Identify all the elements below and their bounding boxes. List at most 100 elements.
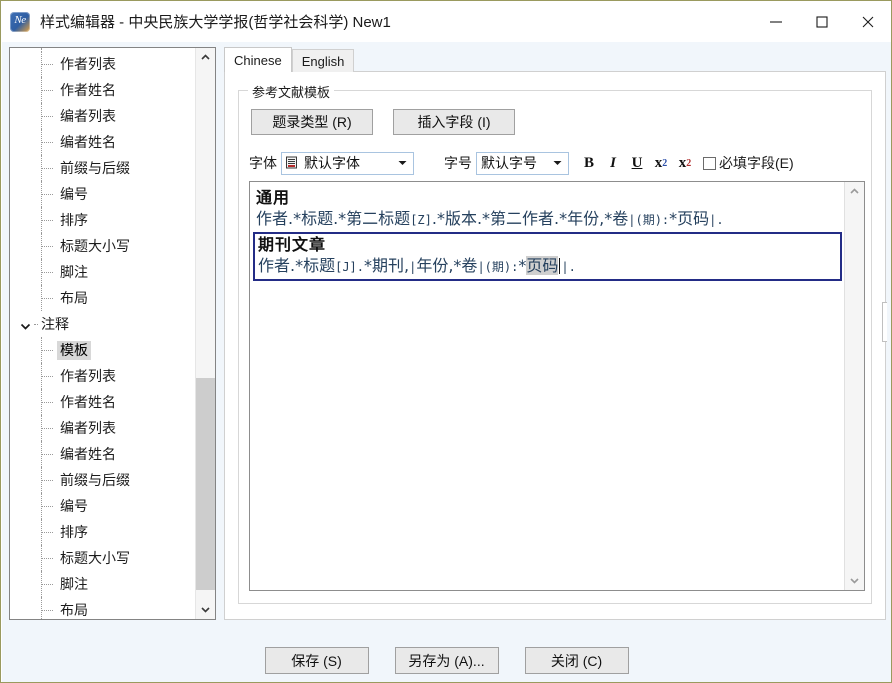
close-dialog-button[interactable]: 关闭 (C) <box>524 647 629 674</box>
chevron-down-icon[interactable] <box>20 319 31 330</box>
window-title: 样式编辑器 - 中央民族大学学报(哲学社会科学) New1 <box>40 14 391 31</box>
chevron-down-icon <box>201 607 210 613</box>
save-button[interactable]: 保存 (S) <box>264 647 369 674</box>
superscript-button[interactable]: x2 <box>673 151 697 175</box>
tree-item-7[interactable]: 标题大小写 <box>10 233 196 259</box>
tree-item-10[interactable]: 注释 <box>10 311 196 337</box>
tree-item-1[interactable]: 作者姓名 <box>10 77 196 103</box>
style-editor-window: Ne 样式编辑器 - 中央民族大学学报(哲学社会科学) New1 作者列表 作者… <box>0 0 892 683</box>
template-segment: | <box>477 260 485 274</box>
font-combo-arrow[interactable] <box>394 153 411 174</box>
template-segment: 页码 <box>526 256 559 275</box>
tree-item-label: 编者姓名 <box>60 133 116 150</box>
dialog-button-bar: 保存 (S) 另存为 (A)... 关闭 (C) <box>2 647 891 674</box>
template-segment: .*版本.*第二作者.*年份,*卷 <box>431 209 629 228</box>
template-block-heading: 期刊文章 <box>258 235 327 254</box>
bold-button[interactable]: B <box>577 151 601 175</box>
tree-item-11[interactable]: 模板 <box>10 337 196 363</box>
format-toolbar: 字体 默认字体 字号 默认字号 B I U x 2 x 2 必填字段(E) <box>249 149 865 177</box>
underline-button[interactable]: U <box>625 151 649 175</box>
tree-item-9[interactable]: 布局 <box>10 285 196 311</box>
superscript-label: x <box>678 154 687 171</box>
minimize-button[interactable] <box>753 1 799 42</box>
minimize-icon <box>770 20 782 23</box>
tree-item-3[interactable]: 编者姓名 <box>10 129 196 155</box>
tree-item-4[interactable]: 前缀与后缀 <box>10 155 196 181</box>
template-segment: . <box>356 260 365 274</box>
language-tabstrip[interactable]: Chinese English <box>224 47 886 72</box>
font-size-combo-arrow[interactable] <box>549 153 566 174</box>
record-type-label: 题录类型 (R) <box>272 114 352 130</box>
template-block-0[interactable]: 通用 作者.*标题.*第二标题[Z].*版本.*第二作者.*年份,*卷|(期):*… <box>256 187 842 231</box>
tree-item-label: 脚注 <box>60 575 88 592</box>
template-segment: (期) <box>484 260 512 274</box>
close-icon <box>862 16 874 27</box>
close-button[interactable] <box>845 1 891 42</box>
template-block-body: 作者.*标题[J].*期刊,|年份,*卷|(期):*页码 |. <box>258 255 838 278</box>
tree-item-19[interactable]: 标题大小写 <box>10 545 196 571</box>
template-segment: [Z] <box>410 213 432 227</box>
template-segment: 作者.*标题 <box>258 256 336 275</box>
tree-item-label: 标题大小写 <box>60 549 130 566</box>
subscript-index: 2 <box>662 157 668 169</box>
tree-item-15[interactable]: 编者姓名 <box>10 441 196 467</box>
tree-item-16[interactable]: 前缀与后缀 <box>10 467 196 493</box>
template-segment: *页码 <box>669 209 710 228</box>
checkbox-box-icon <box>703 156 716 170</box>
tab-chinese[interactable]: Chinese <box>224 47 292 72</box>
chevron-down-icon <box>553 161 562 165</box>
noteexpress-icon: Ne <box>10 11 30 32</box>
tree-item-18[interactable]: 排序 <box>10 519 196 545</box>
tree-item-12[interactable]: 作者列表 <box>10 363 196 389</box>
tree-scroll-up-button[interactable] <box>196 48 215 67</box>
tree-item-8[interactable]: 脚注 <box>10 259 196 285</box>
template-segment: (期) <box>635 213 662 227</box>
editor-pane: Chinese English 参考文献模板 题录类型 (R) 插入字段 (I) <box>224 47 887 620</box>
chevron-up-icon <box>201 54 210 60</box>
superscript-index: 2 <box>686 157 692 169</box>
template-editor-text[interactable]: 通用 作者.*标题.*第二标题[Z].*版本.*第二作者.*年份,*卷|(期):*… <box>250 182 845 590</box>
tree-item-label: 前缀与后缀 <box>60 159 130 176</box>
subscript-button[interactable]: x2 <box>649 151 673 175</box>
tree-item-label: 布局 <box>60 601 88 618</box>
insert-field-button[interactable]: 插入字段 (I) <box>393 109 515 135</box>
font-value: 默认字体 <box>304 155 360 171</box>
maximize-button[interactable] <box>799 1 845 42</box>
tree-item-label: 排序 <box>60 523 88 540</box>
template-segment: 年份,*卷 <box>416 256 478 275</box>
tree-item-5[interactable]: 编号 <box>10 181 196 207</box>
tree-list[interactable]: 作者列表 作者姓名 编者列表 编者姓名 前缀与后缀 编号 排序 标题大小写 脚注 布局 注释 模板 作者… <box>10 48 196 619</box>
tree-item-label: 前缀与后缀 <box>60 471 130 488</box>
underline-label: U <box>631 154 643 171</box>
tree-item-label: 作者列表 <box>60 367 116 384</box>
style-section-tree-panel: 作者列表 作者姓名 编者列表 编者姓名 前缀与后缀 编号 排序 标题大小写 脚注 布局 注释 模板 作者… <box>9 47 216 620</box>
required-field-label: 必填字段(E) <box>719 155 794 171</box>
tree-item-17[interactable]: 编号 <box>10 493 196 519</box>
tree-item-0[interactable]: 作者列表 <box>10 51 196 77</box>
tree-item-2[interactable]: 编者列表 <box>10 103 196 129</box>
tree-item-label: 注释 <box>41 315 69 332</box>
tree-scrollbar[interactable] <box>195 48 215 619</box>
tree-scroll-thumb[interactable] <box>196 378 215 590</box>
tree-item-label: 编号 <box>60 185 88 202</box>
tree-item-13[interactable]: 作者姓名 <box>10 389 196 415</box>
record-type-button[interactable]: 题录类型 (R) <box>251 109 373 135</box>
tree-item-20[interactable]: 脚注 <box>10 571 196 597</box>
template-block-1[interactable]: 期刊文章 作者.*标题[J].*期刊,|年份,*卷|(期):*页码 |. <box>253 232 842 281</box>
tab-english[interactable]: English <box>291 49 355 72</box>
subscript-label: x <box>654 154 663 171</box>
groupbox-title: 参考文献模板 <box>248 82 335 101</box>
required-field-checkbox[interactable]: 必填字段(E) <box>703 153 794 173</box>
font-combo[interactable]: 默认字体 <box>281 151 414 175</box>
font-size-value: 默认字号 <box>481 155 537 171</box>
save-as-button[interactable]: 另存为 (A)... <box>394 647 499 674</box>
tree-scroll-down-button[interactable] <box>196 600 215 619</box>
tree-item-6[interactable]: 排序 <box>10 207 196 233</box>
tree-item-21[interactable]: 布局 <box>10 597 196 619</box>
tree-item-14[interactable]: 编者列表 <box>10 415 196 441</box>
editor-scrollbar[interactable] <box>844 182 864 590</box>
editor-scroll-down-button[interactable] <box>845 571 864 590</box>
italic-button[interactable]: I <box>601 151 625 175</box>
editor-scroll-up-button[interactable] <box>845 182 864 201</box>
font-size-combo[interactable]: 默认字号 <box>476 151 569 175</box>
